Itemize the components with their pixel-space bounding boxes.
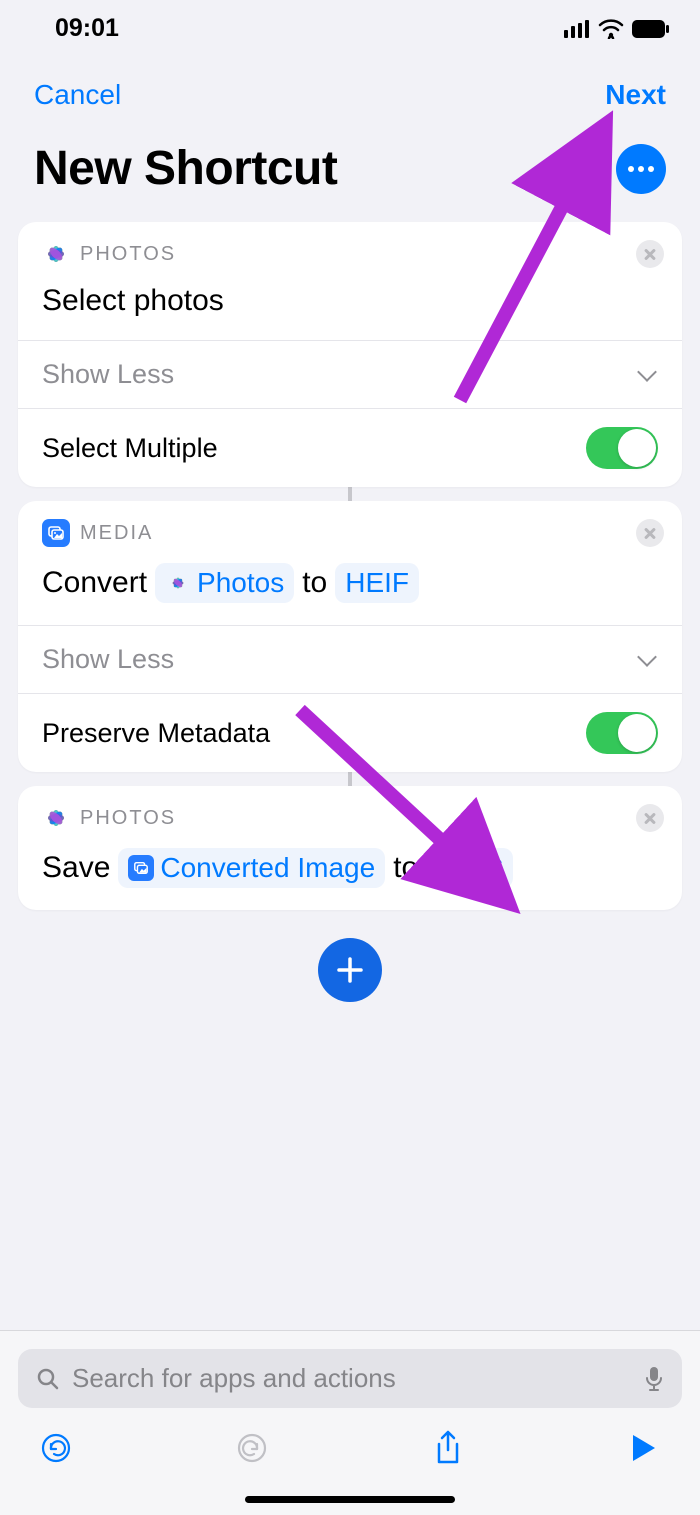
action-card-select-photos: PHOTOS Select photos Show Less Select Mu… — [18, 222, 682, 487]
remove-action-button[interactable] — [636, 240, 664, 268]
card-app-label: PHOTOS — [42, 240, 658, 268]
search-icon — [36, 1367, 60, 1391]
photos-icon — [165, 570, 191, 596]
plus-icon — [335, 955, 365, 985]
connector-line — [348, 772, 352, 786]
param-destination[interactable]: HEIC — [426, 848, 513, 888]
remove-action-button[interactable] — [636, 804, 664, 832]
show-less-row[interactable]: Show Less — [18, 341, 682, 408]
status-time: 09:01 — [55, 14, 119, 43]
bottom-bar: Search for apps and actions — [0, 1330, 700, 1515]
card-app-label: MEDIA — [42, 519, 658, 547]
image-icon — [128, 855, 154, 881]
title-row: New Shortcut — [0, 111, 700, 208]
search-input[interactable]: Search for apps and actions — [18, 1349, 682, 1408]
run-button[interactable] — [626, 1430, 662, 1466]
home-indicator[interactable] — [245, 1496, 455, 1503]
nav-row: Cancel Next — [0, 49, 700, 111]
page-title: New Shortcut — [34, 141, 337, 196]
chevron-down-icon — [638, 365, 658, 385]
select-multiple-toggle[interactable] — [586, 427, 658, 469]
action-title: Save Converted Image to HEIC — [18, 838, 682, 910]
param-format[interactable]: HEIF — [335, 563, 419, 603]
toolbar — [0, 1420, 700, 1488]
redo-button — [234, 1430, 270, 1466]
param-photos[interactable]: Photos — [155, 563, 294, 603]
wifi-icon — [598, 19, 624, 39]
add-action-button[interactable] — [318, 938, 382, 1002]
status-bar: 09:01 — [0, 0, 700, 49]
share-button[interactable] — [430, 1430, 466, 1466]
undo-button[interactable] — [38, 1430, 74, 1466]
action-card-convert: MEDIA Convert Photos to HEIF Show Less P… — [18, 501, 682, 772]
action-card-save: PHOTOS Save Converted Image to HEIC — [18, 786, 682, 910]
param-converted-image[interactable]: Converted Image — [118, 848, 385, 888]
cellular-icon — [564, 20, 590, 38]
show-less-row[interactable]: Show Less — [18, 626, 682, 693]
remove-action-button[interactable] — [636, 519, 664, 547]
mic-icon — [644, 1366, 664, 1392]
action-title: Select photos — [18, 274, 682, 340]
photos-app-icon — [42, 804, 70, 832]
next-button[interactable]: Next — [605, 79, 666, 111]
cancel-button[interactable]: Cancel — [34, 79, 121, 111]
battery-icon — [632, 20, 670, 38]
action-title: Convert Photos to HEIF — [18, 553, 682, 625]
select-multiple-row: Select Multiple — [18, 409, 682, 487]
connector-line — [348, 487, 352, 501]
search-placeholder: Search for apps and actions — [72, 1363, 632, 1394]
preserve-metadata-toggle[interactable] — [586, 712, 658, 754]
ellipsis-icon — [628, 166, 634, 172]
status-icons — [564, 19, 670, 39]
photos-app-icon — [42, 240, 70, 268]
media-app-icon — [42, 519, 70, 547]
chevron-down-icon — [638, 650, 658, 670]
card-app-label: PHOTOS — [42, 804, 658, 832]
more-button[interactable] — [616, 144, 666, 194]
preserve-metadata-row: Preserve Metadata — [18, 694, 682, 772]
